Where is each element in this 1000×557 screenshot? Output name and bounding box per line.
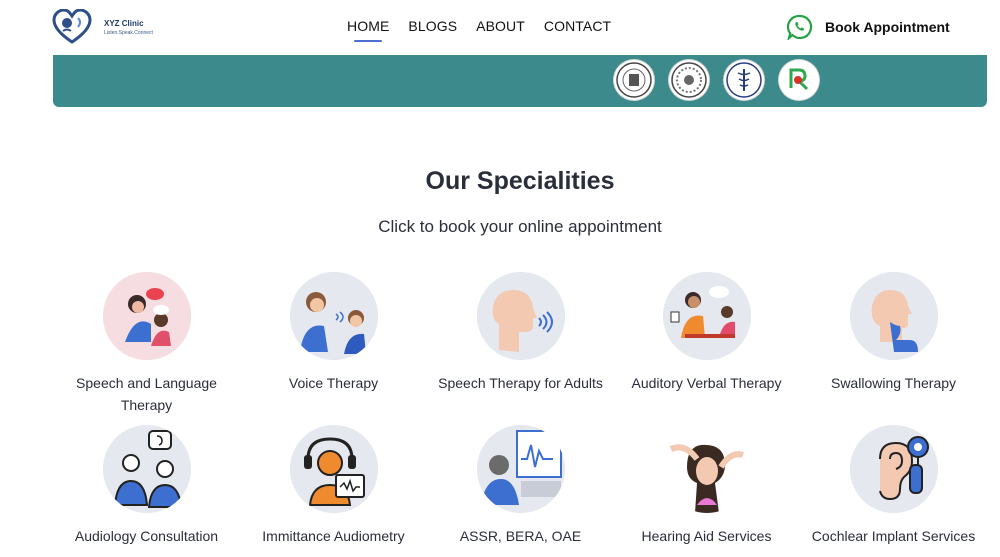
speciality-card-cochlear-implant-services[interactable]: Cochlear Implant Services — [800, 425, 987, 547]
book-appointment-button[interactable]: Book Appointment — [787, 14, 950, 40]
accreditation-banner — [53, 55, 987, 107]
speciality-card-immittance-audiometry[interactable]: Immittance Audiometry — [240, 425, 427, 547]
adult-speech-therapy-illustration-icon — [476, 272, 565, 360]
swallowing-therapy-illustration-icon — [849, 272, 938, 360]
speciality-card-speech-language-therapy[interactable]: Speech and Language Therapy — [53, 272, 240, 416]
section-subtitle: Click to book your online appointment — [378, 217, 662, 236]
nav-about[interactable]: ABOUT — [476, 18, 525, 34]
book-appointment-label: Book Appointment — [825, 19, 950, 35]
nav-blogs[interactable]: BLOGS — [408, 18, 457, 34]
site-header: XYZ Clinic Listen.Speak.Connect HOME BLO… — [0, 0, 1000, 60]
audiology-consultation-illustration-icon — [102, 425, 191, 513]
speciality-label: Voice Therapy — [288, 375, 379, 391]
assr-bera-oae-illustration-icon — [476, 425, 565, 513]
speciality-label: Cochlear Implant Services — [811, 528, 976, 544]
speciality-label: Speech and Language Therapy — [76, 375, 217, 413]
speciality-card-swallowing-therapy[interactable]: Swallowing Therapy — [800, 272, 987, 394]
speciality-label: Hearing Aid Services — [641, 528, 772, 544]
nav-home[interactable]: HOME — [347, 18, 389, 42]
auditory-verbal-therapy-illustration-icon — [662, 272, 751, 360]
speciality-label: Audiology Consultation — [74, 528, 219, 544]
speech-language-therapy-illustration-icon — [102, 272, 191, 360]
speciality-label: Swallowing Therapy — [830, 375, 957, 391]
logo-heart-icon — [52, 9, 92, 44]
speciality-label: Speech Therapy for Adults — [438, 375, 603, 391]
seal-emblem-1-icon — [614, 60, 654, 100]
speciality-card-assr-bera-oae[interactable]: ASSR, BERA, OAE — [427, 425, 614, 547]
speciality-label: Auditory Verbal Therapy — [631, 375, 782, 391]
voice-therapy-illustration-icon — [289, 272, 378, 360]
speciality-label: ASSR, BERA, OAE — [459, 528, 582, 544]
clinic-tagline: Listen.Speak.Connect — [104, 29, 153, 36]
speciality-card-auditory-verbal-therapy[interactable]: Auditory Verbal Therapy — [613, 272, 800, 394]
cochlear-implant-illustration-icon — [849, 425, 938, 513]
nav-contact[interactable]: CONTACT — [544, 18, 611, 34]
clinic-name: XYZ Clinic — [104, 18, 144, 28]
medical-caduceus-icon — [724, 60, 764, 100]
clinic-logo[interactable]: XYZ Clinic Listen.Speak.Connect — [52, 9, 153, 45]
speciality-card-hearing-aid-services[interactable]: Hearing Aid Services — [613, 425, 800, 547]
speciality-label: Immittance Audiometry — [262, 528, 405, 544]
seal-emblem-2-icon — [669, 60, 709, 100]
speciality-card-audiology-consultation[interactable]: Audiology Consultation — [53, 425, 240, 547]
section-title: Our Specialities — [425, 167, 615, 195]
hearing-aid-illustration-icon — [662, 425, 751, 513]
whatsapp-icon — [787, 14, 813, 40]
main-nav: HOME BLOGS ABOUT CONTACT — [347, 18, 630, 42]
speciality-card-adult-speech-therapy[interactable]: Speech Therapy for Adults — [427, 272, 614, 394]
speciality-card-voice-therapy[interactable]: Voice Therapy — [240, 272, 427, 394]
immittance-audiometry-illustration-icon — [289, 425, 378, 513]
rci-emblem-icon — [779, 60, 819, 100]
